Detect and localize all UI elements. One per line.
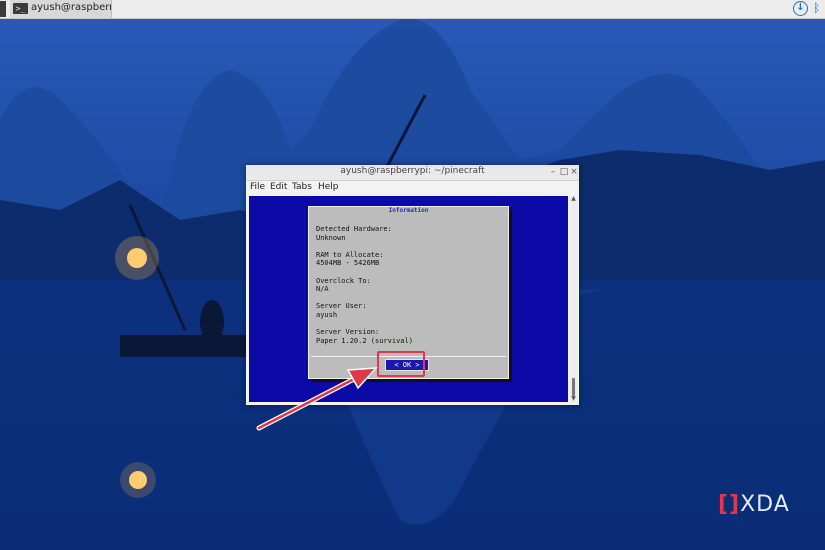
- dialog-line: [316, 242, 501, 251]
- menu-edit[interactable]: Edit: [270, 182, 287, 192]
- download-icon[interactable]: ↓: [793, 1, 808, 16]
- bluetooth-icon[interactable]: ᛒ: [813, 1, 820, 16]
- dialog-line: [316, 268, 501, 277]
- taskbar-terminal-task[interactable]: >_ ayush@raspberrypi: ...: [10, 0, 112, 18]
- scroll-thumb[interactable]: [572, 378, 575, 396]
- scroll-up-icon[interactable]: ▲: [570, 196, 577, 202]
- menu-help[interactable]: Help: [318, 182, 339, 192]
- menu-file[interactable]: File: [250, 182, 265, 192]
- taskbar-task-label: ayush@raspberrypi: ...: [31, 2, 111, 13]
- minimize-button[interactable]: –: [548, 167, 558, 177]
- xda-logo-text: XDA: [740, 492, 790, 517]
- dialog-line: Server User:: [316, 302, 367, 311]
- maximize-button[interactable]: □: [559, 167, 569, 177]
- dialog-line: RAM to Allocate:: [316, 250, 384, 259]
- window-titlebar[interactable]: ayush@raspberrypi: ~/pinecraft – □ ×: [246, 165, 579, 181]
- dialog-line: [316, 320, 501, 329]
- menubar: File Edit Tabs Help: [246, 181, 579, 195]
- annotation-highlight-box: [377, 351, 425, 377]
- close-button[interactable]: ×: [569, 167, 579, 177]
- dialog-line: ayush: [316, 310, 338, 319]
- dialog-line: Paper 1.20.2 (survival): [316, 336, 413, 345]
- terminal-icon: >_: [13, 3, 28, 14]
- dialog-line: Overclock To:: [316, 276, 371, 285]
- dialog-body: Detected Hardware: Unknown RAM to Alloca…: [316, 225, 501, 345]
- dialog-line: Server Version:: [316, 328, 380, 337]
- xda-logo-icon: []: [718, 492, 741, 517]
- dialog-line: N/A: [316, 285, 329, 294]
- scroll-down-icon[interactable]: ▼: [570, 396, 577, 402]
- xda-watermark: []XDA: [718, 492, 790, 517]
- dialog-title: Information: [388, 207, 429, 214]
- dialog-line: Unknown: [316, 233, 346, 242]
- dialog-line: [316, 294, 501, 303]
- dialog-line: 4504MB - 5426MB: [316, 259, 380, 268]
- dialog-line: Detected Hardware:: [316, 225, 392, 233]
- app-menu-button[interactable]: [0, 1, 6, 17]
- taskbar: >_ ayush@raspberrypi: ... ↓ ᛒ: [0, 0, 825, 19]
- menu-tabs[interactable]: Tabs: [292, 182, 312, 192]
- terminal-scrollbar[interactable]: ▲ ▼: [570, 196, 577, 402]
- window-title: ayush@raspberrypi: ~/pinecraft: [340, 166, 485, 176]
